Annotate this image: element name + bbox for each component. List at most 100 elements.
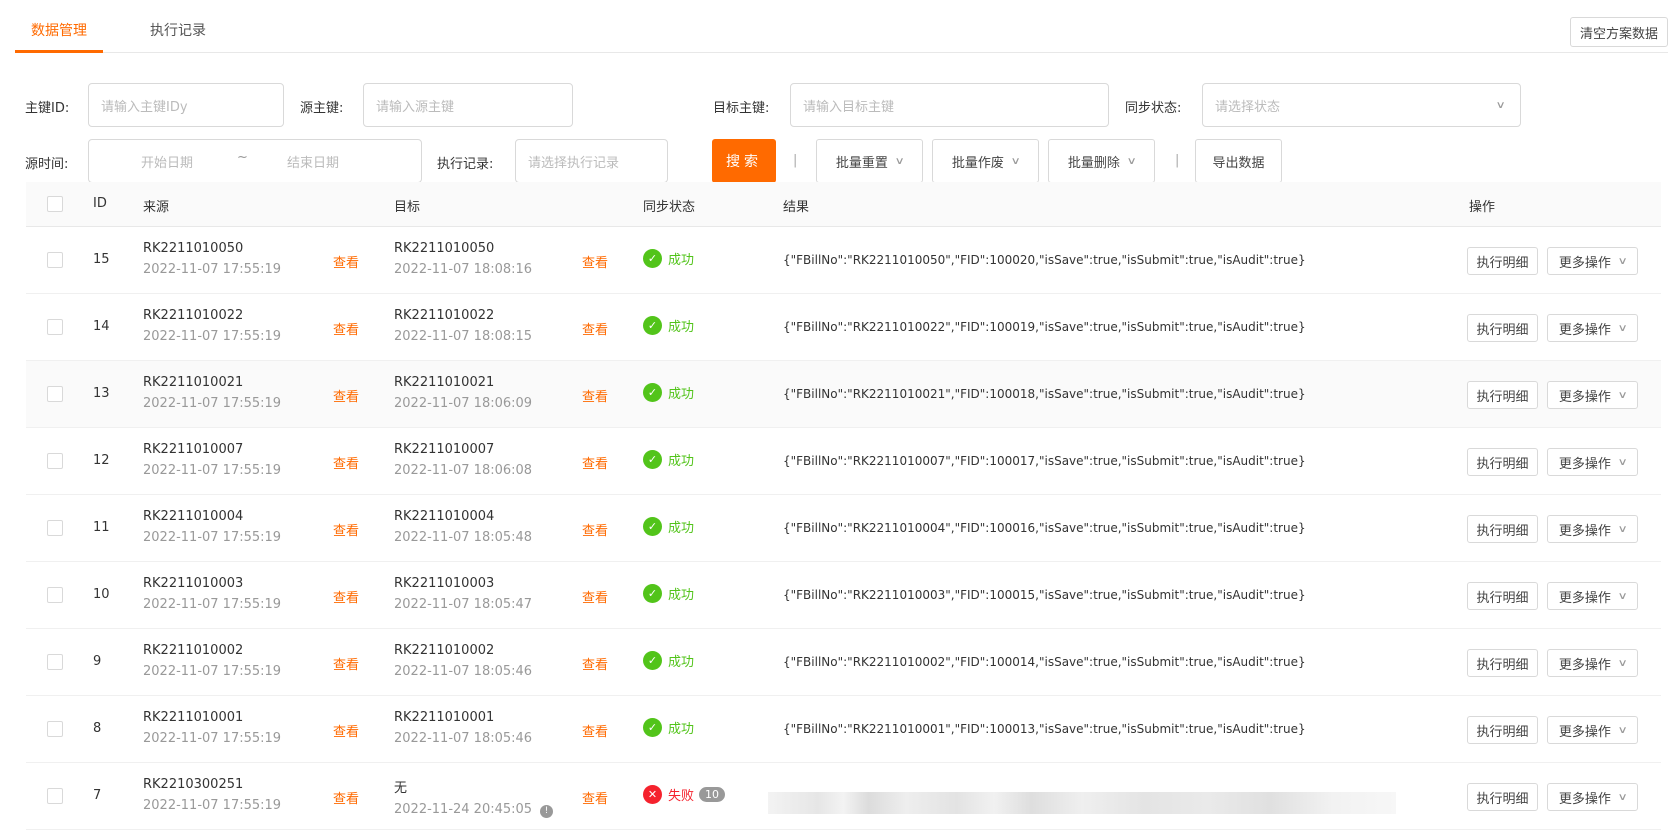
row-id: 13 — [93, 386, 110, 401]
row-id: 10 — [93, 587, 110, 602]
source-cell: RK2211010007 2022-11-07 17:55:19 — [143, 442, 281, 478]
more-actions-button[interactable]: 更多操作 ∨ — [1547, 381, 1638, 409]
source-key: RK2211010001 — [143, 710, 244, 725]
more-actions-button[interactable]: 更多操作 ∨ — [1547, 649, 1638, 677]
view-source-link[interactable]: 查看 — [333, 520, 359, 539]
status-cell: ✓ 成功 — [643, 249, 694, 268]
target-time-text: 2022-11-07 18:05:46 — [394, 731, 533, 746]
info-icon[interactable]: ! — [540, 804, 554, 818]
more-actions-button[interactable]: 更多操作 ∨ — [1547, 448, 1638, 476]
more-actions-label: 更多操作 — [1558, 657, 1611, 673]
date-range-input[interactable]: 开始日期 ~ 结束日期 — [88, 139, 422, 183]
execution-detail-button[interactable]: 执行明细 — [1467, 314, 1538, 342]
more-actions-label: 更多操作 — [1558, 724, 1611, 740]
clear-scheme-data-button[interactable]: 清空方案数据 — [1570, 17, 1668, 47]
tab-data-management[interactable]: 数据管理 — [31, 20, 87, 40]
view-target-link[interactable]: 查看 — [582, 386, 608, 405]
source-cell: RK2211010022 2022-11-07 17:55:19 — [143, 308, 281, 344]
view-target-link[interactable]: 查看 — [582, 453, 608, 472]
table-row: 8 RK2211010001 2022-11-07 17:55:19 查看 RK… — [26, 696, 1661, 763]
execution-detail-button[interactable]: 执行明细 — [1467, 716, 1538, 744]
execution-detail-button[interactable]: 执行明细 — [1467, 649, 1538, 677]
more-actions-button[interactable]: 更多操作 ∨ — [1547, 716, 1638, 744]
pk-input[interactable]: 请输入主键IDy — [88, 83, 284, 127]
view-target-link[interactable]: 查看 — [582, 520, 608, 539]
row-checkbox[interactable] — [47, 721, 63, 737]
execution-detail-button[interactable]: 执行明细 — [1467, 448, 1538, 476]
tab-execution-records[interactable]: 执行记录 — [150, 20, 206, 40]
export-data-button[interactable]: 导出数据 — [1195, 139, 1282, 183]
view-source-link[interactable]: 查看 — [333, 721, 359, 740]
view-target-link[interactable]: 查看 — [582, 587, 608, 606]
fail-count-badge: 10 — [699, 787, 726, 802]
execution-detail-button[interactable]: 执行明细 — [1467, 582, 1538, 610]
row-checkbox[interactable] — [47, 788, 63, 804]
execution-detail-button[interactable]: 执行明细 — [1467, 515, 1538, 543]
view-source-link[interactable]: 查看 — [333, 788, 359, 807]
view-target-link[interactable]: 查看 — [582, 788, 608, 807]
row-checkbox[interactable] — [47, 386, 63, 402]
view-target-link[interactable]: 查看 — [582, 721, 608, 740]
target-cell: RK2211010050 2022-11-07 18:08:16 — [394, 241, 532, 277]
more-actions-button[interactable]: 更多操作 ∨ — [1547, 515, 1638, 543]
more-actions-button[interactable]: 更多操作 ∨ — [1547, 314, 1638, 342]
more-actions-button[interactable]: 更多操作 ∨ — [1547, 247, 1638, 275]
target-time: 2022-11-07 18:08:15 — [394, 329, 532, 344]
source-key: RK2211010002 — [143, 643, 244, 658]
status-cell: ✓ 成功 — [643, 450, 694, 469]
status-text: 成功 — [668, 454, 695, 469]
row-checkbox[interactable] — [47, 520, 63, 536]
view-target-link[interactable]: 查看 — [582, 654, 608, 673]
view-source-link[interactable]: 查看 — [333, 319, 359, 338]
header-source: 来源 — [143, 200, 170, 215]
view-source-link[interactable]: 查看 — [333, 453, 359, 472]
view-source-link[interactable]: 查看 — [333, 252, 359, 271]
result-text: {"FBillNo":"RK2211010004","FID":100016,"… — [783, 521, 1306, 535]
divider: | — [1175, 153, 1180, 168]
execution-detail-button[interactable]: 执行明细 — [1467, 247, 1538, 275]
more-actions-label: 更多操作 — [1558, 255, 1611, 271]
row-checkbox[interactable] — [47, 654, 63, 670]
more-actions-button[interactable]: 更多操作 ∨ — [1547, 582, 1638, 610]
status-select[interactable]: 请选择状态 ∨ — [1202, 83, 1521, 127]
batch-delete-button[interactable]: 批量删除 ∨ — [1048, 139, 1155, 183]
result-text: {"FBillNo":"RK2211010050","FID":100020,"… — [783, 253, 1306, 267]
view-source-link[interactable]: 查看 — [333, 386, 359, 405]
target-time-text: 2022-11-07 18:05:47 — [394, 597, 533, 612]
row-checkbox[interactable] — [47, 319, 63, 335]
status-text: 成功 — [668, 655, 695, 670]
execution-detail-button[interactable]: 执行明细 — [1467, 783, 1538, 811]
exec-record-select[interactable]: 请选择执行记录 — [515, 139, 668, 183]
more-actions-button[interactable]: 更多操作 ∨ — [1547, 783, 1638, 811]
table-row: 14 RK2211010022 2022-11-07 17:55:19 查看 R… — [26, 294, 1661, 361]
chevron-down-icon: ∨ — [1617, 590, 1628, 602]
row-id: 15 — [93, 252, 110, 267]
status-cell: ✓ 成功 — [643, 651, 694, 670]
target-cell: RK2211010002 2022-11-07 18:05:46 — [394, 643, 532, 679]
target-cell: RK2211010001 2022-11-07 18:05:46 — [394, 710, 532, 746]
target-cell: 无 2022-11-24 20:45:05! — [394, 777, 554, 818]
more-actions-label: 更多操作 — [1558, 523, 1611, 539]
batch-reset-button[interactable]: 批量重置 ∨ — [816, 139, 923, 183]
search-button[interactable]: 搜索 — [712, 139, 776, 183]
view-source-link[interactable]: 查看 — [333, 654, 359, 673]
source-time: 2022-11-07 17:55:19 — [143, 798, 282, 813]
table-row: 13 RK2211010021 2022-11-07 17:55:19 查看 R… — [26, 361, 1661, 428]
row-checkbox[interactable] — [47, 252, 63, 268]
select-all-checkbox[interactable] — [47, 196, 63, 212]
view-target-link[interactable]: 查看 — [582, 252, 608, 271]
success-check-icon: ✓ — [643, 584, 662, 603]
chevron-down-icon: ∨ — [1617, 322, 1628, 334]
end-date-input[interactable]: 结束日期 — [287, 152, 339, 171]
batch-void-button[interactable]: 批量作废 ∨ — [932, 139, 1039, 183]
target-cell: RK2211010004 2022-11-07 18:05:48 — [394, 509, 532, 545]
view-target-link[interactable]: 查看 — [582, 319, 608, 338]
target-time: 2022-11-07 18:06:09 — [394, 396, 532, 411]
view-source-link[interactable]: 查看 — [333, 587, 359, 606]
row-checkbox[interactable] — [47, 453, 63, 469]
execution-detail-button[interactable]: 执行明细 — [1467, 381, 1538, 409]
row-checkbox[interactable] — [47, 587, 63, 603]
src-key-input[interactable]: 请输入源主键 — [363, 83, 573, 127]
start-date-input[interactable]: 开始日期 — [141, 152, 193, 171]
tgt-key-input[interactable]: 请输入目标主键 — [790, 83, 1109, 127]
